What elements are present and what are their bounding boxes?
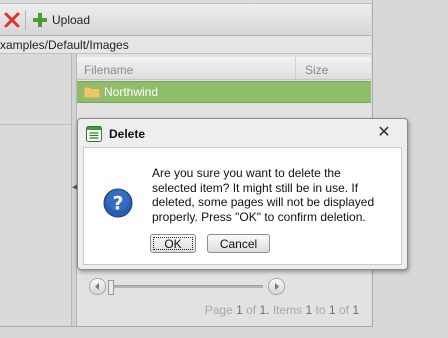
pager-next-button[interactable] xyxy=(268,278,285,295)
pager-slider-thumb[interactable] xyxy=(108,280,114,295)
pager-page-label: Page xyxy=(204,303,233,317)
close-icon[interactable]: ✕ xyxy=(375,124,393,142)
upload-button[interactable]: Upload xyxy=(52,13,90,27)
current-path: xamples/Default/Images xyxy=(0,38,129,52)
pager-to-label: to xyxy=(315,303,326,317)
pager-of-label: of xyxy=(246,303,257,317)
pager: Page 1 of 1. Items 1 to 1 of 1 xyxy=(77,272,371,326)
ok-button[interactable]: OK xyxy=(150,234,196,253)
pager-total-items: 1 xyxy=(352,303,359,317)
svg-text:?: ? xyxy=(112,193,123,215)
tree-divider xyxy=(0,124,71,125)
dialog-title-bar[interactable]: Delete ✕ xyxy=(78,119,407,147)
path-bar: xamples/Default/Images xyxy=(0,36,371,54)
toolbar-separator xyxy=(25,10,26,30)
pager-slider-track[interactable] xyxy=(108,285,263,288)
pager-items-label: Items xyxy=(272,303,303,317)
pager-current-page: 1 xyxy=(236,303,243,317)
table-row[interactable]: Northwind xyxy=(77,81,371,103)
pager-info: Page 1 of 1. Items 1 to 1 of 1 xyxy=(205,303,359,317)
pager-item-to: 1 xyxy=(328,303,336,317)
question-icon: ? xyxy=(103,188,133,218)
toolbar: Upload xyxy=(0,3,371,36)
delete-dialog: Delete ✕ ? Are you sure you want to dele… xyxy=(77,118,408,270)
pager-of-label-2: of xyxy=(338,303,349,317)
pager-item-from: 1 xyxy=(305,303,313,317)
upload-icon[interactable] xyxy=(32,12,48,28)
column-divider xyxy=(295,57,296,79)
pager-prev-button[interactable] xyxy=(89,278,106,295)
column-filename[interactable]: Filename xyxy=(84,63,133,77)
dialog-title: Delete xyxy=(109,127,146,141)
dialog-list-icon xyxy=(86,126,102,142)
folder-icon xyxy=(83,86,101,99)
grid-header: Filename Size xyxy=(77,57,371,80)
folder-tree-pane xyxy=(0,54,72,326)
dialog-body: ? Are you sure you want to delete the se… xyxy=(83,147,402,265)
cancel-button[interactable]: Cancel xyxy=(207,234,270,253)
column-size[interactable]: Size xyxy=(305,63,328,77)
row-filename: Northwind xyxy=(104,85,159,99)
delete-icon[interactable] xyxy=(4,12,20,28)
dialog-message: Are you sure you want to delete the sele… xyxy=(152,166,375,224)
pager-total-pages: 1. xyxy=(259,303,270,317)
